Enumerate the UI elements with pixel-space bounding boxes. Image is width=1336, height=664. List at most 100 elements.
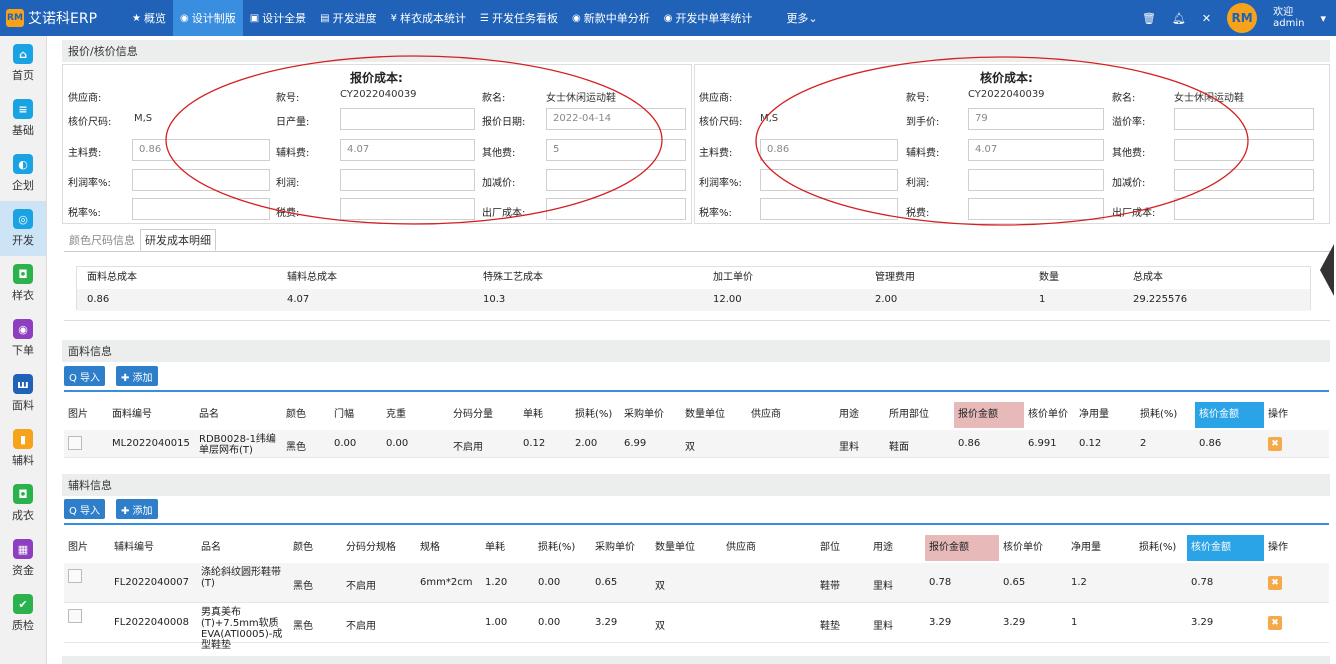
accessory-add-button[interactable]: ✚ 添加 [116, 499, 158, 519]
nav-label: 样衣成本统计 [400, 12, 466, 25]
nav-item-7[interactable]: ◉ 开发中单率统计 [657, 0, 760, 36]
table-cell-purpose: 里料 [839, 442, 859, 453]
accessory-title: 辅料信息 [62, 474, 1330, 496]
table-cell-name: 男真美布(T)+7.5mm软质EVA(ATI0005)-成型鞋垫 [201, 607, 283, 651]
table-header: 核价金额 [1195, 402, 1264, 428]
bell-icon[interactable]: 🔔︎ [1172, 12, 1186, 25]
table-cell-purpose: 里料 [873, 581, 893, 592]
table-header: 核价单价 [1028, 409, 1068, 420]
sidebar-item-3[interactable]: ◎ 开发 [0, 201, 46, 256]
sidebar-icon: ◘ [13, 264, 33, 284]
thumbnail-image[interactable] [68, 569, 82, 583]
nav-item-2[interactable]: ▣ 设计全景 [243, 0, 313, 36]
delete-icon[interactable]: ✖ [1268, 576, 1282, 590]
tab-rd-cost[interactable]: 研发成本明细 [140, 229, 216, 251]
table-header: 面料编号 [112, 409, 152, 420]
nav-item-4[interactable]: ¥ 样衣成本统计 [384, 0, 473, 36]
sidebar-item-label: 样衣 [12, 289, 34, 302]
sidebar-item-9[interactable]: ▦ 资金 [0, 531, 46, 586]
table-cell-loss: 2.00 [575, 438, 598, 449]
table-cell-split: 不启用 [346, 581, 376, 592]
tab-divider [64, 251, 1330, 252]
sidebar-item-label: 辅料 [12, 454, 34, 467]
fullscreen-icon[interactable]: ✕ [1202, 12, 1211, 25]
sidebar-item-10[interactable]: ✔ 质检 [0, 586, 46, 641]
table-cell-unit: 双 [655, 581, 665, 592]
nav-item-3[interactable]: ▤ 开发进度 [313, 0, 383, 36]
nav-item-6[interactable]: ◉ 新款中单分析 [565, 0, 657, 36]
table-header: 克重 [386, 409, 406, 420]
fabric-add-button[interactable]: ✚ 添加 [116, 366, 158, 386]
table-header: 用途 [873, 542, 893, 553]
table-header: 操作 [1268, 409, 1288, 420]
table-header: 采购单价 [595, 542, 635, 553]
nav-label: 开发进度 [332, 12, 377, 25]
table-header: 分码分量 [453, 409, 493, 420]
nav-icon: ☰ [480, 12, 489, 24]
fabric-title: 面料信息 [62, 340, 1330, 362]
nav-icon: ◉ [663, 12, 673, 24]
app-brand[interactable]: 艾诺科ERP [28, 8, 97, 28]
table-cell-price: 6.99 [624, 438, 647, 449]
thumbnail-image[interactable] [68, 436, 82, 450]
table-header: 核价金额 [1187, 535, 1264, 561]
delete-icon[interactable]: ✖ [1268, 616, 1282, 630]
table-header: 颜色 [286, 409, 306, 420]
sidebar-icon: ◐ [13, 154, 33, 174]
sidebar-item-7[interactable]: ▮ 辅料 [0, 421, 46, 476]
sidebar-item-label: 企划 [12, 179, 34, 192]
user-menu[interactable]: 欢迎 admin [1273, 7, 1304, 29]
sidebar-item-2[interactable]: ◐ 企划 [0, 146, 46, 201]
table-cell-check_price: 3.29 [1003, 617, 1026, 628]
nav-item-8[interactable]: 更多⌄ [779, 0, 824, 36]
cost-summary-grid: 面料总成本 辅料总成本 特殊工艺成本 加工单价 管理费用 数量 总成本 0.86 4.07 10… [76, 266, 1311, 311]
table-cell-code: FL2022040007 [114, 577, 189, 588]
sidebar-icon: ▦ [13, 539, 33, 559]
fabric-import-button[interactable]: Q 导入 [64, 366, 106, 386]
nav-label: 概览 [143, 12, 166, 25]
quote-annotation-ellipse [165, 55, 663, 225]
table-cell-unit: 双 [655, 621, 665, 632]
check-annotation-ellipse [755, 56, 1249, 226]
table-cell-usage: 1.00 [485, 617, 508, 628]
nav-item-0[interactable]: ★ 概览 [125, 0, 173, 36]
tab-color-size[interactable]: 颜色尺码信息 [64, 229, 140, 251]
table-header: 用途 [839, 409, 859, 420]
table-header: 图片 [68, 542, 88, 553]
table-cell-check_price: 0.65 [1003, 577, 1026, 588]
table-cell-net_usage: 1.2 [1071, 577, 1087, 588]
table-cell-check_amount: 0.86 [1199, 438, 1222, 449]
table-cell-width: 0.00 [334, 438, 357, 449]
accessory-import-button[interactable]: Q 导入 [64, 499, 106, 519]
sidebar-item-1[interactable]: ≡ 基础 [0, 91, 46, 146]
trash-icon[interactable]: 🗑︎ [1142, 12, 1156, 25]
table-header: 分码分规格 [346, 542, 396, 553]
avatar[interactable]: RM [1227, 3, 1258, 33]
table-cell-color: 黑色 [293, 581, 313, 592]
delete-icon[interactable]: ✖ [1268, 437, 1282, 451]
sidebar-item-4[interactable]: ◘ 样衣 [0, 256, 46, 311]
cost-header: 辅料总成本 [287, 272, 337, 283]
collapse-arrow-icon[interactable] [1320, 244, 1334, 296]
table-header: 辅料编号 [114, 542, 154, 553]
sidebar-item-8[interactable]: ◘ 成衣 [0, 476, 46, 531]
sidebar-item-label: 成衣 [12, 509, 34, 522]
sidebar-icon: ш [13, 374, 33, 394]
sidebar-item-label: 首页 [12, 69, 34, 82]
nav-label: 更多⌄ [786, 12, 818, 25]
chevron-down-icon[interactable]: ▾ [1320, 12, 1326, 25]
sidebar-icon: ▮ [13, 429, 33, 449]
table-cell-loss: 0.00 [538, 617, 561, 628]
table-cell-usage: 0.12 [523, 438, 546, 449]
table-cell-net_usage: 0.12 [1079, 438, 1102, 449]
sidebar-item-0[interactable]: ⌂ 首页 [0, 36, 46, 91]
nav-item-1[interactable]: ◉ 设计制版 [172, 0, 243, 36]
sidebar-item-5[interactable]: ◉ 下单 [0, 311, 46, 366]
table-cell-color: 黑色 [293, 621, 313, 632]
thumbnail-image[interactable] [68, 609, 82, 623]
sidebar-item-label: 面料 [12, 399, 34, 412]
sidebar-item-6[interactable]: ш 面料 [0, 366, 46, 421]
nav-label: 设计全景 [262, 12, 307, 25]
nav-item-5[interactable]: ☰ 开发任务看板 [473, 0, 565, 36]
accessory-table: 图片 辅料编号 品名 颜色 分码分规格 规格 单耗 损耗(%) 采购单价 数量单位 供应商 部位 用途 报… [64, 523, 1329, 651]
